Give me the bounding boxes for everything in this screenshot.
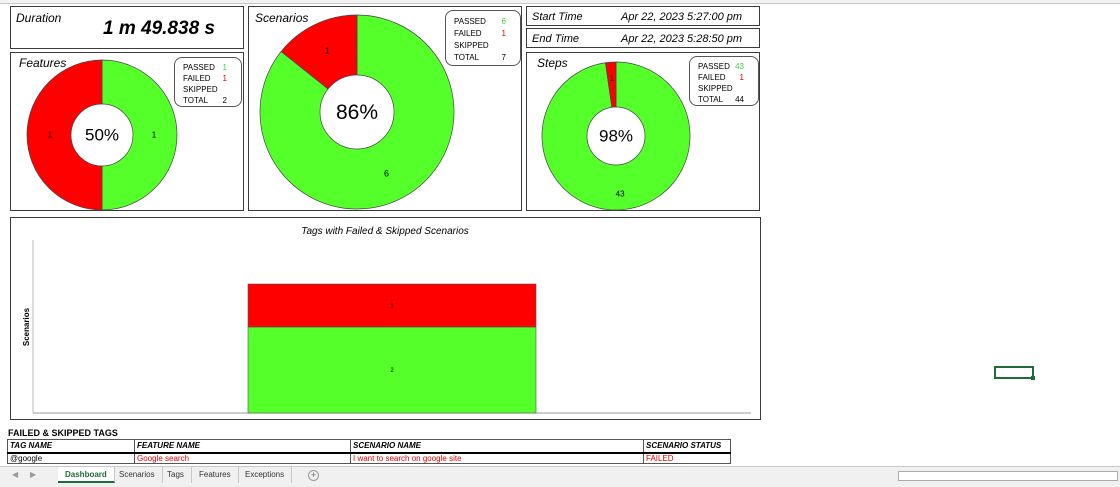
scenarios-panel: Scenarios 6 1 86% PASSED 6 FAILED 1 SKIPPE… <box>248 6 522 211</box>
header-scenario-status[interactable]: SCENARIO STATUS <box>643 439 731 454</box>
slice-label-passed: 6 <box>384 168 389 178</box>
scenarios-legend: PASSED 6 FAILED 1 SKIPPED TOTAL 7 <box>445 10 521 66</box>
legend-passed-value: 43 <box>735 62 744 71</box>
legend-failed-value: 1 <box>222 74 227 83</box>
legend-skipped-label: SKIPPED <box>454 41 489 50</box>
slice-label-passed: 1 <box>152 131 157 140</box>
tab-dashboard[interactable]: Dashboard <box>58 467 115 483</box>
chevron-left-icon[interactable]: ◀ <box>12 470 18 479</box>
legend-total-value: 7 <box>501 53 506 62</box>
cell-scenario-name[interactable]: I want to search on google site <box>350 452 644 464</box>
steps-legend: PASSED 43 FAILED 1 SKIPPED TOTAL 44 <box>689 56 759 106</box>
tags-bar-chart: Tags with Failed & Skipped Scenarios Sce… <box>22 226 751 414</box>
cell-scenario-status[interactable]: FAILED <box>643 452 731 464</box>
end-time-panel: End Time Apr 22, 2023 5:28:50 pm <box>526 28 760 48</box>
legend-total-label: TOTAL <box>183 96 209 105</box>
percent-label: 86% <box>336 101 378 124</box>
failed-tags-title: FAILED & SKIPPED TAGS <box>8 428 118 438</box>
legend-total-value: 2 <box>222 96 227 105</box>
legend-failed-label: FAILED <box>183 74 211 83</box>
legend-total-value: 44 <box>735 95 744 104</box>
start-time-label: Start Time <box>532 11 583 23</box>
legend-total-label: TOTAL <box>698 95 724 104</box>
percent-label: 98% <box>599 127 633 146</box>
table-row: @google Google search I want to search o… <box>7 452 731 464</box>
features-panel: Features 1 1 50% PASSED 1 FAILED 1 SKIPPED… <box>10 52 244 211</box>
tags-chart-panel: Tags with Failed & Skipped Scenarios Sce… <box>10 217 761 420</box>
failed-tags-table: TAG NAME FEATURE NAME SCENARIO NAME SCEN… <box>7 439 731 464</box>
chevron-right-icon[interactable]: ▶ <box>30 470 36 479</box>
plus-icon[interactable]: + <box>308 470 319 481</box>
cell-feature-name[interactable]: Google search <box>134 452 351 464</box>
end-time-label: End Time <box>532 33 579 45</box>
duration-panel: Duration 1 m 49.838 s <box>10 6 244 49</box>
legend-passed-label: PASSED <box>698 62 730 71</box>
end-time-value: Apr 22, 2023 5:28:50 pm <box>621 33 743 45</box>
chart-title: Tags with Failed & Skipped Scenarios <box>301 226 469 237</box>
slice-label-failed: 1 <box>325 46 330 56</box>
header-tag-name[interactable]: TAG NAME <box>7 439 135 454</box>
legend-failed-label: FAILED <box>454 29 482 38</box>
tab-scenarios[interactable]: Scenarios <box>112 467 163 483</box>
legend-skipped-label: SKIPPED <box>698 84 733 93</box>
duration-value: 1 m 49.838 s <box>103 18 215 39</box>
percent-label: 50% <box>85 126 119 145</box>
slice-label-failed: 1 <box>610 74 615 83</box>
slice-label-failed: 1 <box>48 131 53 140</box>
slice-label-passed: 43 <box>616 190 625 199</box>
legend-passed-value: 1 <box>222 63 227 72</box>
legend-failed-value: 1 <box>739 73 744 82</box>
duration-label: Duration <box>16 11 62 25</box>
legend-failed-label: FAILED <box>698 73 726 82</box>
tab-features[interactable]: Features <box>192 467 239 483</box>
steps-panel: Steps 43 1 98% PASSED 43 FAILED 1 SKIPPED … <box>526 52 760 211</box>
legend-total-label: TOTAL <box>454 53 480 62</box>
start-time-panel: Start Time Apr 22, 2023 5:27:00 pm <box>526 6 760 26</box>
header-feature-name[interactable]: FEATURE NAME <box>134 439 351 454</box>
legend-passed-label: PASSED <box>183 63 215 72</box>
legend-skipped-label: SKIPPED <box>183 85 218 94</box>
y-axis-label: Scenarios <box>22 307 31 346</box>
horizontal-scrollbar[interactable] <box>898 471 1118 481</box>
selected-cell[interactable] <box>994 366 1035 380</box>
cell-tag-name[interactable]: @google <box>7 452 135 464</box>
features-legend: PASSED 1 FAILED 1 SKIPPED TOTAL 2 <box>174 57 242 107</box>
legend-failed-value: 1 <box>501 29 506 38</box>
ribbon-edge <box>0 0 1120 4</box>
tab-exceptions[interactable]: Exceptions <box>238 467 293 483</box>
tab-tags[interactable]: Tags <box>160 467 192 483</box>
header-scenario-name[interactable]: SCENARIO NAME <box>350 439 644 454</box>
sheet-tab-bar: ◀ ▶ Dashboard Scenarios Tags Features Ex… <box>0 466 1120 487</box>
table-header-row: TAG NAME FEATURE NAME SCENARIO NAME SCEN… <box>7 439 731 454</box>
legend-passed-value: 6 <box>501 17 506 26</box>
start-time-value: Apr 22, 2023 5:27:00 pm <box>621 11 743 23</box>
legend-passed-label: PASSED <box>454 17 486 26</box>
